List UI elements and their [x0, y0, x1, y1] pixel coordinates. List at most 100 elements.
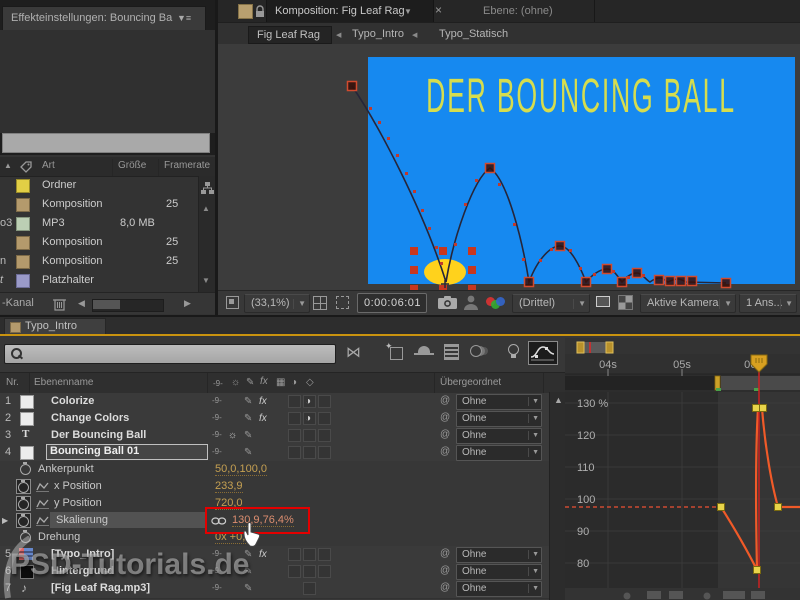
layer-color-swatch[interactable]	[20, 446, 34, 460]
breadcrumb-fig-leaf-rag[interactable]: Fig Leaf Rag	[248, 26, 332, 44]
shy-switch-icon[interactable]: -9-	[212, 447, 222, 456]
layer-color-swatch[interactable]	[20, 412, 34, 426]
switch-box[interactable]	[318, 548, 331, 561]
property-value[interactable]: 233,9	[215, 480, 243, 493]
table-row-layer-7[interactable]: 7 ♪ [Fig Leaf Rag.mp3] -9- ✎ @ Ohne ▼	[0, 580, 549, 599]
panel-menu-icon[interactable]: ▼≡	[177, 13, 191, 23]
graph-editor-toggle[interactable]	[528, 341, 558, 365]
column-parent[interactable]: Übergeordnet	[440, 377, 501, 388]
switch-box[interactable]	[303, 446, 316, 459]
tag-icon[interactable]	[19, 160, 33, 173]
pickwhip-icon[interactable]: @	[440, 446, 450, 457]
transparency-grid-icon[interactable]	[618, 295, 633, 310]
include-graph-icon[interactable]	[36, 481, 49, 492]
parent-dropdown[interactable]: Ohne ▼	[456, 564, 542, 580]
quality-switch-icon[interactable]: ✎	[244, 413, 252, 424]
switch-box[interactable]	[318, 412, 331, 425]
switch-box[interactable]	[288, 548, 301, 561]
fx-switch-icon[interactable]: fx	[259, 549, 267, 560]
column-nr[interactable]: Nr.	[6, 377, 19, 388]
composition-viewer[interactable]: DER BOUNCING BALL	[218, 44, 800, 290]
layer-name[interactable]: Change Colors	[51, 412, 129, 424]
property-name[interactable]: Drehung	[38, 531, 80, 543]
adjustment-layer-icon[interactable]: ◑	[305, 396, 311, 407]
view-layout-dropdown[interactable]: 1 Ans... ▼	[739, 294, 797, 313]
pickwhip-icon[interactable]: @	[440, 582, 450, 593]
parent-dropdown[interactable]: Ohne ▼	[456, 428, 542, 444]
column-framerate[interactable]: Framerate	[164, 160, 210, 171]
shy-switch-icon[interactable]: -9-	[212, 430, 222, 439]
switch-box[interactable]	[318, 429, 331, 442]
table-row-layer-4-selected[interactable]: 4 Bouncing Ball 01 -9- ✎ @ Ohne ▼	[0, 444, 549, 462]
fx-switch-icon[interactable]: fx	[259, 413, 267, 424]
parent-dropdown[interactable]: Ohne ▼	[456, 581, 542, 597]
fx-switch-icon[interactable]: fx	[259, 396, 267, 407]
switch-box[interactable]	[288, 446, 301, 459]
snapshot-region-icon[interactable]	[226, 296, 239, 309]
scroll-up-icon[interactable]: ▲	[202, 204, 210, 213]
lock-icon[interactable]	[254, 4, 266, 18]
project-scrollbar[interactable]: ▲ ▼	[198, 176, 216, 292]
switch-box[interactable]	[303, 548, 316, 561]
resolution-dropdown[interactable]: (Drittel) ▼	[512, 294, 590, 313]
parent-dropdown[interactable]: Ohne ▼	[456, 547, 542, 563]
shy-layers-icon[interactable]	[418, 346, 430, 353]
expander-icon[interactable]: ▶	[2, 516, 8, 525]
switch-box[interactable]	[288, 412, 301, 425]
layer-name-edit-box[interactable]: Bouncing Ball 01	[46, 444, 208, 460]
pickwhip-icon[interactable]: @	[440, 565, 450, 576]
rasterize-switch-icon[interactable]: ☼	[228, 430, 237, 441]
scroll-right-icon[interactable]: ▶	[184, 298, 191, 309]
layer-name[interactable]: Colorize	[51, 395, 94, 407]
stopwatch-active-box[interactable]	[16, 496, 31, 511]
table-row-layer-2[interactable]: 2 Change Colors -9- ✎ fx ◑ @ Ohne ▼	[0, 410, 549, 428]
stopwatch-icon[interactable]	[20, 464, 31, 475]
effect-controls-tab[interactable]: Effekteinstellungen: Bouncing Ba ▼≡	[2, 6, 206, 32]
stopwatch-active-box[interactable]	[16, 479, 31, 494]
list-item[interactable]: Ordner	[0, 176, 198, 195]
region-of-interest-icon[interactable]	[596, 296, 610, 307]
scroll-left-icon[interactable]: ◀	[78, 298, 85, 309]
property-row-anchor[interactable]: Ankerpunkt 50,0,100,0	[0, 461, 549, 479]
quality-switch-icon[interactable]: ✎	[244, 396, 252, 407]
switch-box[interactable]	[318, 446, 331, 459]
flowchart-icon[interactable]	[201, 182, 214, 195]
zoom-dropdown[interactable]: (33,1%) ▼	[244, 294, 310, 313]
hscroll-handle[interactable]	[715, 376, 720, 390]
include-graph-icon[interactable]	[36, 515, 49, 526]
switch-box[interactable]	[318, 565, 331, 578]
camera-view-dropdown[interactable]: Aktive Kamera ▼	[640, 294, 736, 313]
pickwhip-icon[interactable]: @	[440, 412, 450, 423]
list-item[interactable]: Komposition 25	[0, 195, 198, 214]
breadcrumb-typo-statisch[interactable]: Typo_Statisch	[439, 28, 508, 40]
graph-editor[interactable]: 04s 05s 06s 130 % 120 110 100 90 80	[565, 338, 800, 600]
trash-icon[interactable]	[52, 296, 67, 311]
collapse-icon[interactable]: ▲	[4, 161, 12, 170]
grid-guides-icon[interactable]	[313, 296, 327, 310]
property-value[interactable]: 50,0,100,0	[215, 463, 267, 476]
pickwhip-icon[interactable]: @	[440, 395, 450, 406]
scroll-up-icon[interactable]: ▲	[554, 395, 563, 405]
shy-switch-icon[interactable]: -9-	[212, 413, 222, 422]
adjustment-layer-icon[interactable]: ◑	[305, 413, 311, 424]
column-layer-name[interactable]: Ebenenname	[34, 377, 94, 388]
tab-layer-label[interactable]: Ebene: (ohne)	[483, 5, 553, 17]
quality-switch-icon[interactable]: ✎	[244, 430, 252, 441]
column-art[interactable]: Art	[42, 160, 55, 171]
property-name[interactable]: y Position	[54, 497, 102, 509]
list-item[interactable]: t Platzhalter	[0, 271, 198, 290]
time-navigator-bar[interactable]	[577, 342, 613, 353]
table-row-layer-3[interactable]: 3 T Der Bouncing Ball -9- ☼ ✎ @ Ohne ▼	[0, 427, 549, 445]
switch-box[interactable]	[288, 395, 301, 408]
tab-close-icon[interactable]: ×	[435, 3, 442, 17]
layer-color-swatch[interactable]	[20, 395, 34, 409]
switch-box[interactable]	[288, 429, 301, 442]
column-size[interactable]: Größe	[118, 160, 146, 171]
property-name[interactable]: x Position	[54, 480, 102, 492]
quality-switch-icon[interactable]: ✎	[244, 583, 252, 594]
switch-box[interactable]	[288, 565, 301, 578]
parent-dropdown[interactable]: Ohne ▼	[456, 411, 542, 427]
switch-box[interactable]	[303, 565, 316, 578]
pickwhip-icon[interactable]: @	[440, 429, 450, 440]
motion-blur-icon[interactable]	[470, 345, 482, 357]
